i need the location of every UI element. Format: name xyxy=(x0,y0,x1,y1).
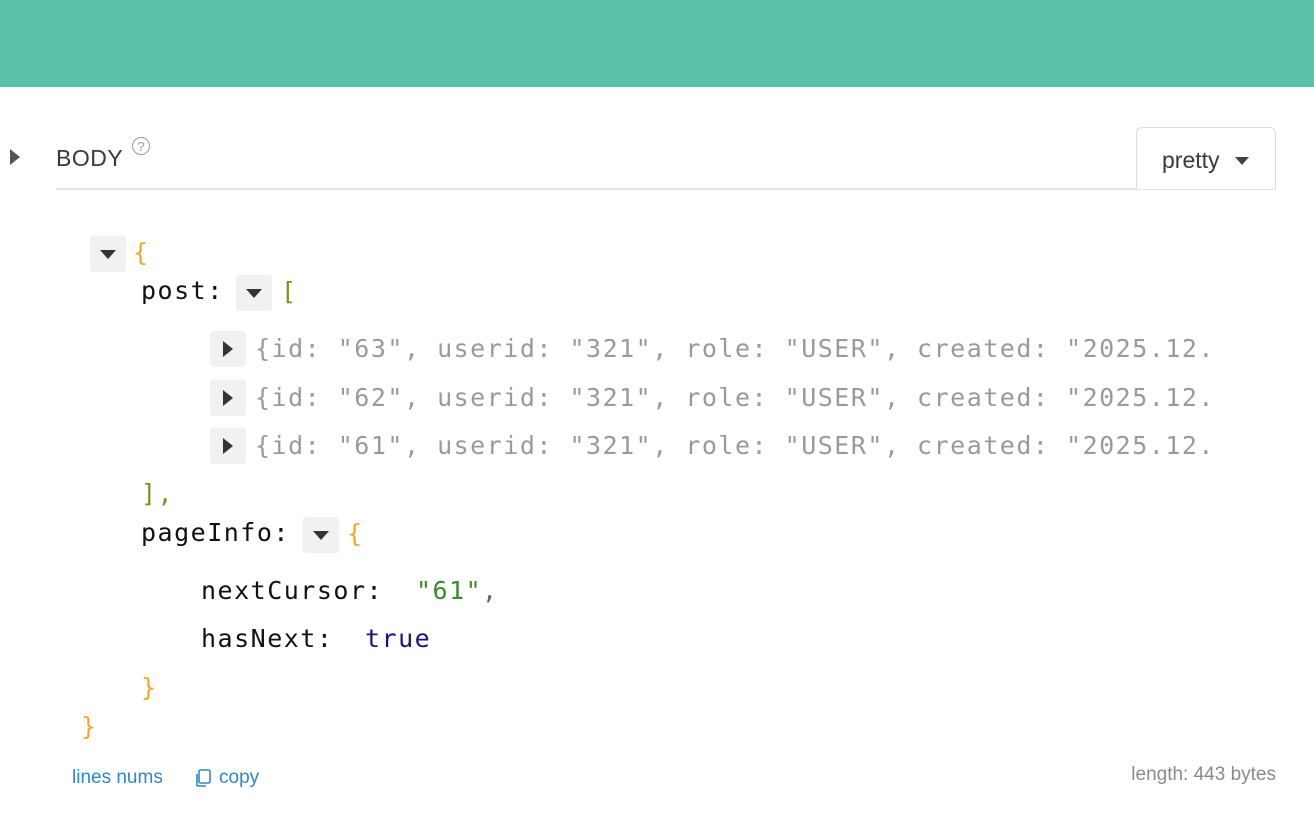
copy-icon[interactable] xyxy=(193,768,213,788)
collapse-root-toggle[interactable] xyxy=(90,236,126,272)
response-length: length: 443 bytes xyxy=(1131,764,1276,785)
line-numbers-link[interactable]: lines nums xyxy=(72,767,163,789)
nextcursor-value: "61" xyxy=(416,576,483,605)
expand-post-item-toggle[interactable] xyxy=(210,428,246,464)
nextcursor-comma: , xyxy=(482,576,499,605)
json-viewer: { post: [ {id: "63", userid: "321", role… xyxy=(0,0,1314,836)
collapse-post-toggle[interactable] xyxy=(236,275,272,311)
post-item-summary: {id: "63", userid: "321", role: "USER", … xyxy=(255,334,1215,363)
root-close-brace: } xyxy=(81,712,98,741)
expand-post-item-toggle[interactable] xyxy=(210,331,246,367)
pageinfo-key: pageInfo: xyxy=(141,518,290,547)
root-open-brace: { xyxy=(133,238,150,267)
pageinfo-open-brace: { xyxy=(347,519,364,548)
pageinfo-close-brace: } xyxy=(141,673,158,702)
post-item-summary: {id: "62", userid: "321", role: "USER", … xyxy=(255,383,1215,412)
nextcursor-key: nextCursor: xyxy=(201,576,384,605)
post-item-summary: {id: "61", userid: "321", role: "USER", … xyxy=(255,431,1215,460)
hasnext-key: hasNext: xyxy=(201,624,334,653)
post-open-bracket: [ xyxy=(281,277,298,306)
collapse-pageinfo-toggle[interactable] xyxy=(303,517,339,553)
expand-post-item-toggle[interactable] xyxy=(210,380,246,416)
copy-link[interactable]: copy xyxy=(219,767,259,789)
post-key: post: xyxy=(141,276,224,305)
post-close-bracket: ], xyxy=(141,479,175,508)
hasnext-value: true xyxy=(365,624,432,653)
